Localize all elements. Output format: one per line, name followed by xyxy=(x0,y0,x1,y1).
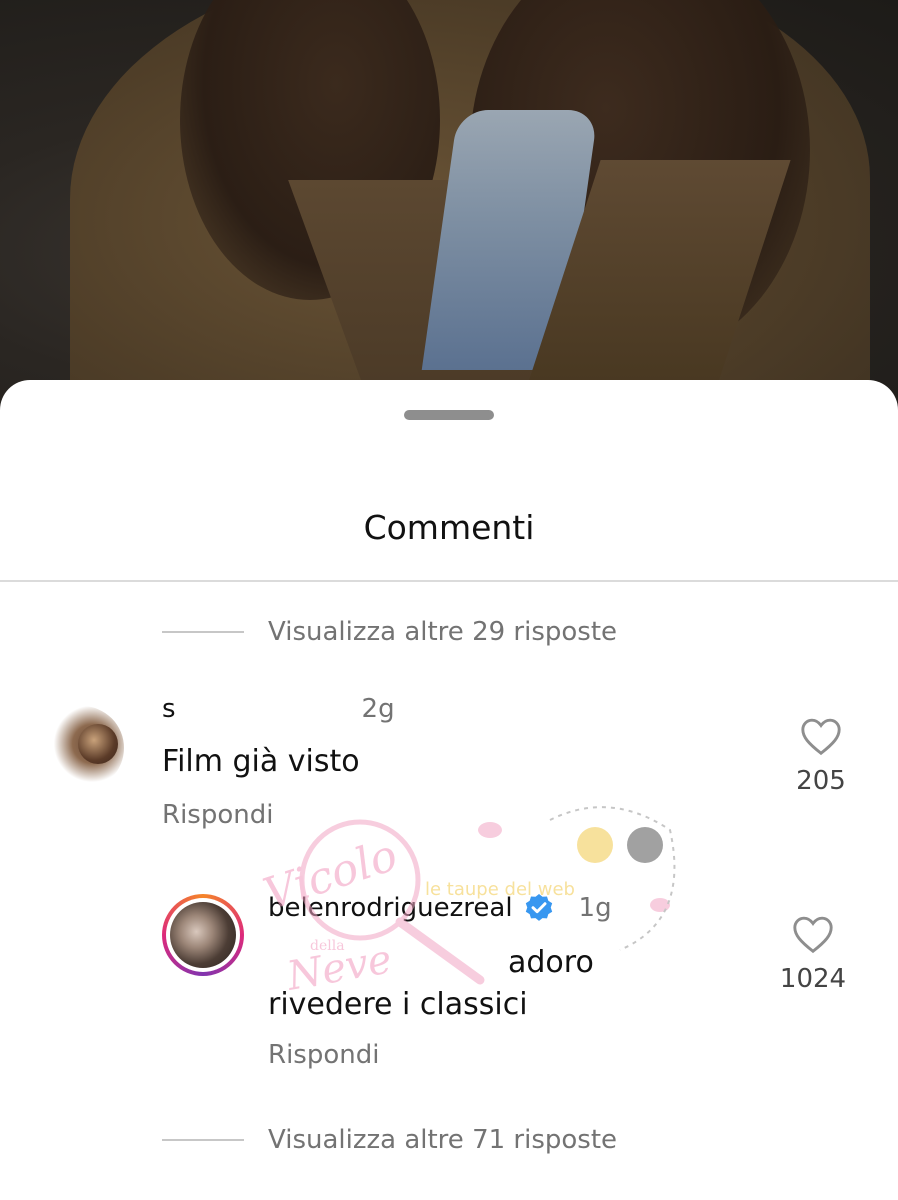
avatar xyxy=(170,902,236,968)
like-count: 1024 xyxy=(779,964,847,994)
reply-button[interactable]: Rispondi xyxy=(268,1040,379,1070)
view-more-replies-label[interactable]: Visualizza altre 29 risposte xyxy=(268,617,617,647)
view-more-replies-label[interactable]: Visualizza altre 71 risposte xyxy=(268,1125,617,1155)
view-more-replies[interactable]: Visualizza altre 71 risposte xyxy=(162,1120,617,1160)
avatar[interactable] xyxy=(40,706,124,790)
divider xyxy=(0,580,898,582)
comment-text-body: adoro rivedere i classici xyxy=(268,945,594,1022)
sheet-title: Commenti xyxy=(363,508,535,547)
thread-line xyxy=(162,1139,244,1141)
avatar-with-story-ring[interactable] xyxy=(162,894,244,976)
comments-sheet: Commenti Visualizza altre 29 risposte s … xyxy=(0,380,898,1200)
comment-header: belenrodriguezreal 1g xyxy=(268,892,612,924)
heart-outline-icon[interactable] xyxy=(799,716,843,756)
view-more-replies[interactable]: Visualizza altre 29 risposte xyxy=(162,612,617,652)
drag-handle[interactable] xyxy=(404,410,494,420)
censored-username xyxy=(176,697,356,721)
like-count: 205 xyxy=(796,766,846,796)
heart-outline-icon[interactable] xyxy=(791,914,835,954)
comment-header: s 2g xyxy=(162,694,395,724)
comment-text: adoro rivedere i classici xyxy=(268,942,668,1026)
verified-badge-icon xyxy=(525,894,552,921)
thread-line xyxy=(162,631,244,633)
reply-button[interactable]: Rispondi xyxy=(162,800,273,830)
username[interactable]: s xyxy=(162,694,176,724)
timestamp: 2g xyxy=(361,694,395,724)
like-button[interactable]: 205 xyxy=(776,716,866,796)
username[interactable]: belenrodriguezreal xyxy=(268,893,513,923)
comment-text: Film già visto xyxy=(162,744,360,779)
post-photo xyxy=(0,0,898,420)
like-button[interactable]: 1024 xyxy=(768,914,858,994)
timestamp: 1g xyxy=(578,893,612,923)
